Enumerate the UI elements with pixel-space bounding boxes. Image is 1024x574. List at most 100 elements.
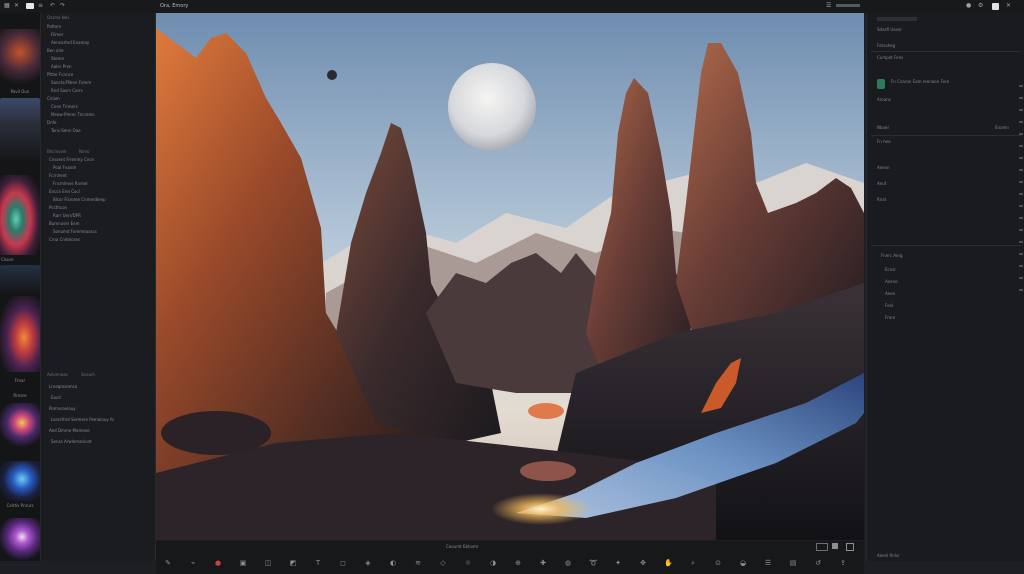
camera-icon[interactable] [26,3,34,9]
mask-icon[interactable]: ◒ [739,559,747,567]
gradient-icon[interactable]: ◐ [389,559,397,567]
layer-list-item[interactable]: Rarr Uerr/DPR [53,214,81,218]
layer-list-item[interactable]: Aenearted Enamay [51,41,89,45]
layer-list-item[interactable]: Stome [51,57,64,61]
thumbnail-strip: Pavil Oun Clsure Fmar Rmore Calrtiv Pnru… [0,13,41,561]
grid-icon[interactable]: ▦ [4,3,10,9]
view-icon[interactable] [816,543,828,551]
history-icon[interactable]: ↺ [814,559,822,567]
thumbnail-4[interactable] [0,265,40,293]
burn-icon[interactable]: ◑ [489,559,497,567]
brush-icon[interactable]: ⌁ [189,559,197,567]
fullscreen-icon[interactable] [846,543,854,551]
zoom-icon[interactable]: ⌕ [689,559,697,567]
right-row[interactable]: Fmrn [885,315,895,320]
thumbnail-2[interactable] [0,98,40,160]
wand-icon[interactable]: ✦ [614,559,622,567]
right-row[interactable]: Aeeon [877,165,890,170]
hand-icon[interactable]: ✋ [664,559,673,567]
settings-icon[interactable]: ⚙ [978,3,983,9]
export-icon[interactable]: ⇪ [839,559,847,567]
thumbnail-label: Pavil Oun [10,89,30,94]
right-row[interactable]: Feol [885,303,893,308]
right-row[interactable]: Fn hee [877,139,891,144]
layer-list-item[interactable]: Ben alre [47,49,64,53]
layer-list-item[interactable]: Fcrnlrent [49,174,67,178]
thumbnail-6[interactable] [0,403,40,447]
layer-list-item[interactable]: Cnen Tnmers [51,105,78,109]
sharpen-icon[interactable]: ◇ [439,559,447,567]
layer-list-item[interactable]: Lsesrttnd Sermere Pemeiouy fo [51,418,114,422]
move-icon[interactable]: ✥ [639,559,647,567]
blur-icon[interactable]: ≋ [414,559,422,567]
heal-icon[interactable]: ✚ [539,559,547,567]
clone-icon[interactable]: ⊕ [514,559,522,567]
right-row[interactable]: Aeuf [877,181,886,186]
thumbnail-3[interactable] [0,175,40,255]
layer-list-item[interactable]: Bumnoser Eem [49,222,80,226]
dodge-icon[interactable]: ☼ [464,559,472,567]
right-row[interactable]: Aeeno [885,279,898,284]
thumbnail-1[interactable] [0,29,40,87]
layer-list-item[interactable]: Dnfe [47,121,56,125]
help-icon[interactable] [992,3,999,10]
thumbnail-5[interactable] [0,296,40,372]
lasso-icon[interactable]: ➰ [589,559,598,567]
transform-icon[interactable]: ◩ [289,559,297,567]
fit-icon[interactable] [832,543,838,549]
layer-list-item[interactable]: Pomnsaeiouy [49,407,76,411]
layer-list-item[interactable]: Eacd [51,396,61,400]
stamp-icon[interactable]: ◍ [564,559,572,567]
adjust-icon[interactable]: ☰ [764,559,772,567]
right-row[interactable]: Cumpet Fens [877,55,903,60]
right-row[interactable]: Fetsaheg [877,43,895,48]
layer-list-item[interactable]: Lrneqmsemsa [49,385,77,389]
layer-list-item[interactable]: Enccn Erel Cocl [49,190,80,194]
layer-list-item[interactable]: Cnlam [47,97,60,101]
layers-icon[interactable]: ▣ [239,559,247,567]
text-icon[interactable]: T [314,559,322,567]
right-row[interactable]: Nbaer [877,125,889,130]
shape-icon[interactable]: ◻ [339,559,347,567]
layer-swatch[interactable] [877,79,885,89]
thumbnail-7[interactable] [0,461,40,501]
right-row[interactable]: Rnal [877,197,886,202]
canvas-image[interactable] [156,13,864,540]
thumbnail-8[interactable] [0,518,40,560]
layer-list-item[interactable]: Senss Arwlemaniont [51,440,92,444]
pen-icon[interactable]: ✎ [164,559,172,567]
layer-list-item[interactable]: Fncmlmes Rnmel [53,182,88,186]
right-row[interactable]: Aeee [885,291,895,296]
menu-icon[interactable]: ☰ [826,3,831,9]
layer-list-item[interactable]: Blcor Fisrome Cnmerdleep [53,198,106,202]
panel-icon[interactable]: ≡ [38,3,43,9]
eyedropper-icon[interactable]: ⊙ [714,559,722,567]
layer-list-item[interactable]: Sonumd Fommeaoscs [53,230,97,234]
right-row[interactable]: Aroans [877,97,891,102]
window-close-icon[interactable]: ✕ [1006,3,1011,9]
layer-list-item[interactable]: Aaler Pren [51,65,72,69]
layer-list-item[interactable]: Tons-Senc-Oae [51,129,81,133]
crop-icon[interactable]: ◫ [264,559,272,567]
undo-icon[interactable]: ↶ [50,3,55,9]
eraser-icon[interactable]: ● [214,559,222,567]
user-icon[interactable]: ● [966,3,971,9]
layer-list-item[interactable]: Pccthcon [49,206,67,210]
filter-icon[interactable]: ▤ [789,559,797,567]
layer-list-item[interactable]: Aed Dmme Memeee [49,429,90,433]
layer-list-item[interactable]: Rnd Sasrs Corrs [51,89,83,93]
layer-list-item[interactable]: Filmer [51,33,63,37]
layer-list-item[interactable]: Pttler Fcnnce [47,73,73,77]
layer-list-item[interactable]: Meaw-Pmrer Tncroms [51,113,94,117]
section-heading: Nimo [79,149,90,154]
right-row[interactable]: Ecnsl [885,267,895,272]
layer-list-item[interactable]: Sancts/FNner Fomm [51,81,91,85]
layer-list-item[interactable]: Poal Fnanm [53,166,76,170]
layer-list-item[interactable]: Cnssent Frrenmy Cnce [49,158,94,162]
fill-icon[interactable]: ◈ [364,559,372,567]
layer-list-item[interactable]: Crna Cndnlcses [49,238,80,242]
scroll-tick [1019,241,1023,243]
layer-list-item[interactable]: Pattern [47,25,61,29]
close-icon[interactable]: ✕ [14,3,19,9]
redo-icon[interactable]: ↷ [60,3,65,9]
